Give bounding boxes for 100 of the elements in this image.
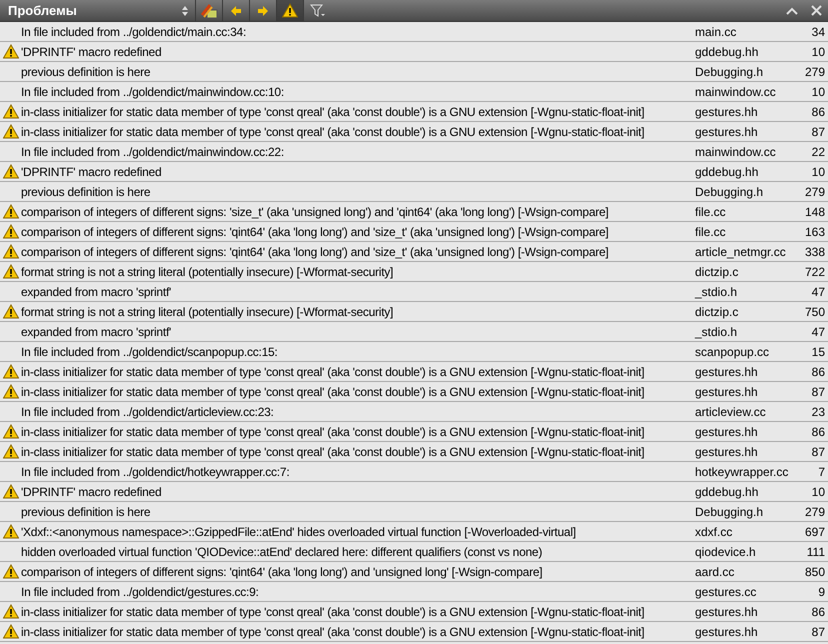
issue-file: gestures.hh — [695, 384, 759, 398]
issue-row[interactable]: In file included from ../goldendict/mainwindow.cc:22: mainwindow.cc 22 — [0, 142, 828, 162]
issue-row[interactable]: in-class initializer for static data member of type 'const qreal' (aka 'const double') is a GNU extension [-Wgnu-static-float-init] gestures.hh 87 — [0, 442, 828, 462]
issue-row[interactable]: in-class initializer for static data member of type 'const qreal' (aka 'const double') is a GNU extension [-Wgnu-static-float-init] gestures.hh 86 — [0, 602, 828, 622]
issue-line: 163 — [804, 224, 826, 238]
issue-row[interactable]: in-class initializer for static data member of type 'const qreal' (aka 'const double') is a GNU extension [-Wgnu-static-float-init] gestures.hh 87 — [0, 622, 828, 642]
warning-icon — [2, 244, 18, 259]
issue-line: 7 — [817, 464, 826, 478]
issue-message: expanded from macro 'sprintf' — [21, 324, 172, 338]
issue-row[interactable]: 'DPRINTF' macro redefined gddebug.hh 10 — [0, 482, 828, 502]
issue-line: 9 — [817, 584, 826, 598]
broom-icon — [200, 2, 218, 18]
issue-line: 47 — [810, 284, 826, 298]
issue-row[interactable]: in-class initializer for static data member of type 'const qreal' (aka 'const double') is a GNU extension [-Wgnu-static-float-init] gestures.hh 87 — [0, 382, 828, 402]
issue-row[interactable]: expanded from macro 'sprintf' _stdio.h 47 — [0, 322, 828, 342]
issue-message: format string is not a string literal (potentially insecure) [-Wformat-security] — [21, 304, 394, 318]
issue-line: 22 — [810, 144, 826, 158]
issue-row[interactable]: hidden overloaded virtual function 'QIODevice::atEnd' declared here: different qualifiers (const vs none) qiodevice.h 111 — [0, 542, 828, 562]
issue-message: comparison of integers of different signs: 'size_t' (aka 'unsigned long') and 'qint64' (aka 'long long') [-Wsign-compare] — [21, 204, 610, 218]
issue-row[interactable]: expanded from macro 'sprintf' _stdio.h 47 — [0, 282, 828, 302]
issue-row[interactable]: in-class initializer for static data member of type 'const qreal' (aka 'const double') is a GNU extension [-Wgnu-static-float-init] gestures.hh 86 — [0, 422, 828, 442]
issue-line: 111 — [806, 544, 826, 558]
issue-file: file.cc — [695, 224, 727, 238]
issue-line: 86 — [810, 424, 826, 438]
issue-line: 10 — [810, 44, 826, 58]
issue-row[interactable]: in-class initializer for static data member of type 'const qreal' (aka 'const double') is a GNU extension [-Wgnu-static-float-init] gestures.hh 87 — [0, 122, 828, 142]
issue-message: in-class initializer for static data member of type 'const qreal' (aka 'const double') is a GNU extension [-Wgnu-static-float-init] — [21, 424, 646, 438]
issue-line: 697 — [804, 524, 826, 538]
warning-icon — [2, 624, 18, 639]
issue-line: 10 — [810, 84, 826, 98]
issue-row[interactable]: In file included from ../goldendict/main.cc:34: main.cc 34 — [0, 22, 828, 42]
issue-row[interactable]: previous definition is here Debugging.h 279 — [0, 182, 828, 202]
warning-icon — [282, 3, 298, 18]
issue-row[interactable]: 'DPRINTF' macro redefined gddebug.hh 10 — [0, 162, 828, 182]
issue-message: In file included from ../goldendict/articleview.cc:23: — [21, 404, 275, 418]
issue-file: scanpopup.cc — [695, 344, 770, 358]
issue-message: 'Xdxf::<anonymous namespace>::GzippedFile::atEnd' hides overloaded virtual function [-Woverloaded-virtual] — [21, 524, 577, 538]
issue-line: 338 — [804, 244, 826, 258]
issue-message: In file included from ../goldendict/mainwindow.cc:10: — [21, 84, 285, 98]
issue-message: In file included from ../goldendict/gestures.cc:9: — [21, 584, 260, 598]
warning-icon — [2, 564, 18, 579]
warnings-toggle[interactable] — [277, 0, 304, 21]
issue-file: Debugging.h — [695, 184, 764, 198]
issue-row[interactable]: format string is not a string literal (potentially insecure) [-Wformat-security] dictzip.c 750 — [0, 302, 828, 322]
warning-icon — [2, 604, 18, 619]
issue-file: file.cc — [695, 204, 727, 218]
issue-message: expanded from macro 'sprintf' — [21, 284, 172, 298]
issue-row[interactable]: previous definition is here Debugging.h 279 — [0, 62, 828, 82]
issue-message: previous definition is here — [21, 184, 152, 198]
issue-message: In file included from ../goldendict/hotkeywrapper.cc:7: — [21, 464, 290, 478]
issue-file: gestures.hh — [695, 124, 759, 138]
warning-icon — [2, 384, 18, 399]
warning-icon — [2, 304, 18, 319]
chevron-up-icon — [786, 6, 798, 14]
issue-line: 47 — [810, 324, 826, 338]
issue-row[interactable]: format string is not a string literal (potentially insecure) [-Wformat-security] dictzip.c 722 — [0, 262, 828, 282]
issue-file: gddebug.hh — [695, 164, 760, 178]
issue-row[interactable]: In file included from ../goldendict/mainwindow.cc:10: mainwindow.cc 10 — [0, 82, 828, 102]
issue-row[interactable]: comparison of integers of different signs: 'size_t' (aka 'unsigned long') and 'qint64' (aka 'long long') [-Wsign-compare] file.cc 148 — [0, 202, 828, 222]
issue-line: 86 — [810, 104, 826, 118]
issue-line: 87 — [810, 444, 826, 458]
issue-message: comparison of integers of different signs: 'qint64' (aka 'long long') and 'unsigned long' [-Wsign-compare] — [21, 564, 544, 578]
issue-file: dictzip.c — [695, 304, 740, 318]
issue-message: In file included from ../goldendict/mainwindow.cc:22: — [21, 144, 285, 158]
issue-line: 34 — [810, 24, 826, 38]
issue-file: main.cc — [695, 24, 738, 38]
issue-row[interactable]: 'DPRINTF' macro redefined gddebug.hh 10 — [0, 42, 828, 62]
issue-message: comparison of integers of different signs: 'qint64' (aka 'long long') and 'size_t' (aka 'unsigned long') [-Wsign-compare] — [21, 224, 610, 238]
issue-row[interactable]: in-class initializer for static data member of type 'const qreal' (aka 'const double') is a GNU extension [-Wgnu-static-float-init] gestures.hh 86 — [0, 102, 828, 122]
issue-file: gddebug.hh — [695, 484, 760, 498]
warning-icon — [2, 264, 18, 279]
issue-row[interactable]: In file included from ../goldendict/scanpopup.cc:15: scanpopup.cc 15 — [0, 342, 828, 362]
issue-row[interactable]: In file included from ../goldendict/articleview.cc:23: articleview.cc 23 — [0, 402, 828, 422]
issue-row[interactable]: In file included from ../goldendict/hotkeywrapper.cc:7: hotkeywrapper.cc 7 — [0, 462, 828, 482]
issue-file: _stdio.h — [695, 324, 738, 338]
issue-message: in-class initializer for static data member of type 'const qreal' (aka 'const double') is a GNU extension [-Wgnu-static-float-init] — [21, 364, 646, 378]
issue-message: in-class initializer for static data member of type 'const qreal' (aka 'const double') is a GNU extension [-Wgnu-static-float-init] — [21, 604, 646, 618]
issue-row[interactable]: comparison of integers of different signs: 'qint64' (aka 'long long') and 'size_t' (aka 'unsigned long') [-Wsign-compare] article_netmgr.cc 338 — [0, 242, 828, 262]
issue-line: 279 — [804, 504, 826, 518]
issue-message: previous definition is here — [21, 504, 152, 518]
issue-line: 148 — [804, 204, 826, 218]
warning-icon — [2, 104, 18, 119]
issue-row[interactable]: comparison of integers of different signs: 'qint64' (aka 'long long') and 'unsigned long' [-Wsign-compare] aard.cc 850 — [0, 562, 828, 582]
left-arrow-icon — [231, 6, 241, 16]
issue-row[interactable]: in-class initializer for static data member of type 'const qreal' (aka 'const double') is a GNU extension [-Wgnu-static-float-init] gestures.hh 86 — [0, 362, 828, 382]
issue-file: gestures.hh — [695, 624, 759, 638]
issue-message: comparison of integers of different signs: 'qint64' (aka 'long long') and 'size_t' (aka 'unsigned long') [-Wsign-compare] — [21, 244, 610, 258]
issue-line: 850 — [804, 564, 826, 578]
warning-icon — [2, 224, 18, 239]
issue-row[interactable]: previous definition is here Debugging.h 279 — [0, 502, 828, 522]
issue-row[interactable]: comparison of integers of different signs: 'qint64' (aka 'long long') and 'size_t' (aka 'unsigned long') [-Wsign-compare] file.cc 163 — [0, 222, 828, 242]
warning-icon — [2, 44, 18, 59]
pane-title: Проблемы — [8, 3, 77, 18]
issue-file: aard.cc — [695, 564, 736, 578]
issue-file: _stdio.h — [695, 284, 738, 298]
issue-row[interactable]: 'Xdxf::<anonymous namespace>::GzippedFile::atEnd' hides overloaded virtual function [-Woverloaded-virtual] xdxf.cc 697 — [0, 522, 828, 542]
issue-line: 279 — [804, 184, 826, 198]
issue-row[interactable]: In file included from ../goldendict/gestures.cc:9: gestures.cc 9 — [0, 582, 828, 602]
close-icon — [810, 5, 822, 16]
issue-file: gddebug.hh — [695, 44, 760, 58]
